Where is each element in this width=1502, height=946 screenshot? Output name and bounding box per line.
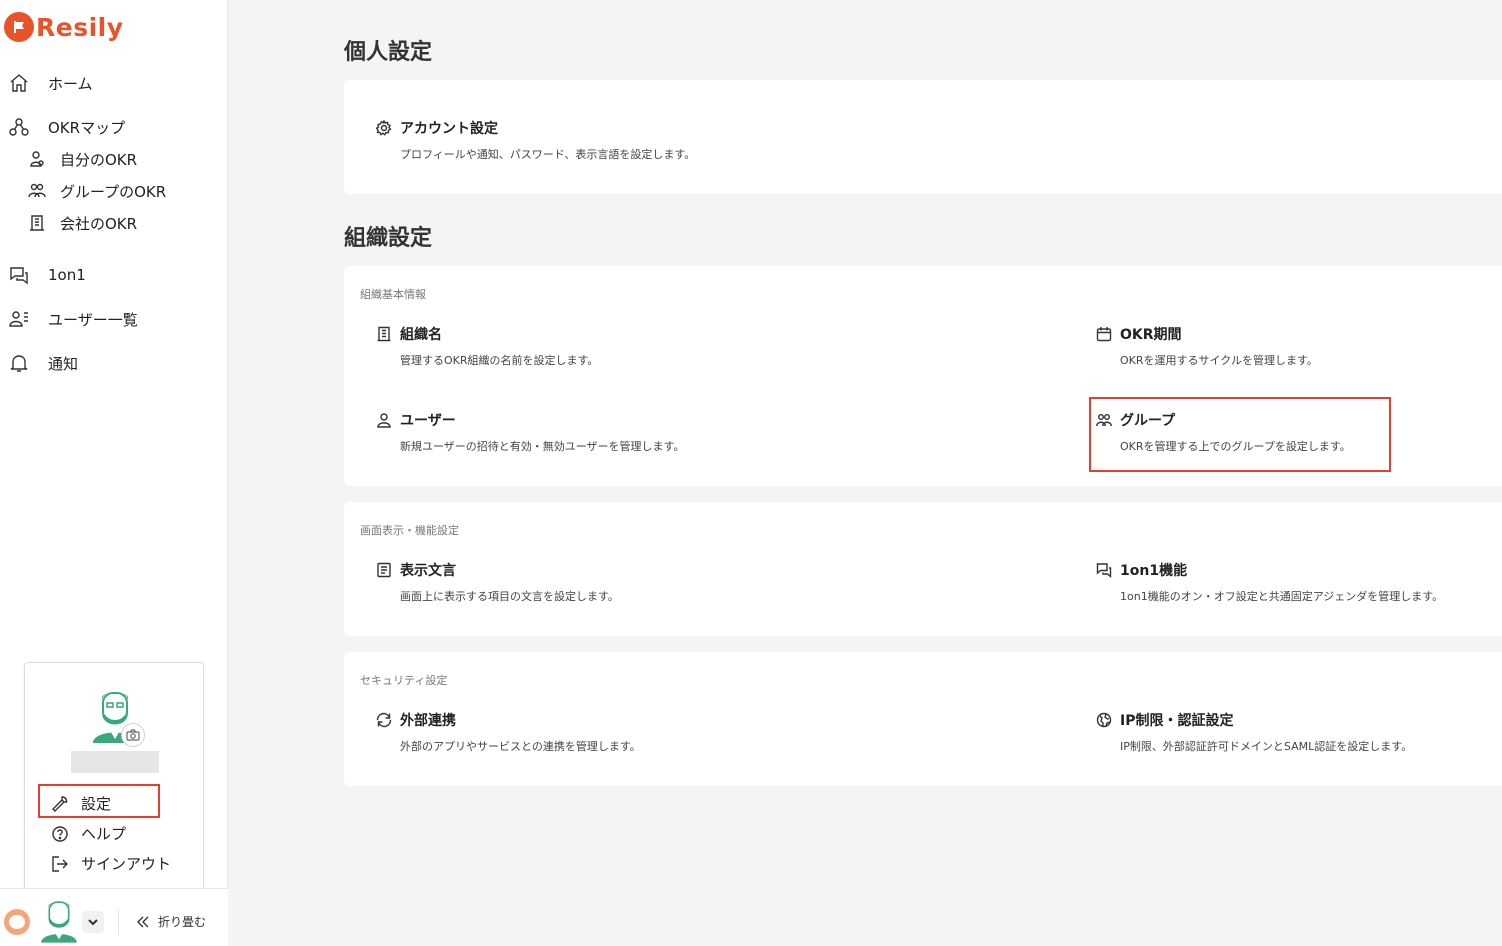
nav-my-okr-label: 自分のOKR [60,150,138,169]
one-on-one-feature-desc: 1on1機能のオン・オフ設定と共通固定アジェンダを管理します。 [1120,590,1444,603]
external-integration-desc: 外部のアプリやサービスとの連携を管理します。 [400,740,641,753]
group-highlight-box [1089,397,1391,472]
flag-icon [4,12,34,42]
nav-1on1[interactable]: 1on1 [8,264,86,286]
ip-auth-title: IP制限・認証設定 [1120,713,1234,729]
account-settings-item[interactable]: アカウント設定 プロフィールや通知、パスワード、表示言語を設定します。 [376,118,695,162]
one-on-one-feature-item[interactable]: 1on1機能 1on1機能のオン・オフ設定と共通固定アジェンダを管理します。 [1096,560,1443,604]
user-settings-item[interactable]: ユーザー 新規ユーザーの招待と有効・無効ユーザーを管理します。 [376,410,684,454]
globe-icon [1096,712,1112,728]
display-text-item[interactable]: 表示文言 画面上に表示する項目の文言を設定します。 [376,560,619,604]
personal-settings-card: アカウント設定 プロフィールや通知、パスワード、表示言語を設定します。 [344,80,1502,194]
signout-icon [52,855,68,872]
nav-notifications-label: 通知 [48,354,79,373]
okr-period-item[interactable]: OKR期間 OKRを運用するサイクルを管理します。 [1096,324,1318,368]
ip-auth-item[interactable]: IP制限・認証設定 IP制限、外部認証許可ドメインとSAML認証を設定します。 [1096,710,1412,754]
okr-period-title: OKR期間 [1120,327,1182,343]
display-text-title: 表示文言 [400,563,456,579]
account-settings-title: アカウント設定 [400,121,498,137]
personal-settings-title: 個人設定 [344,40,433,65]
nav-company-okr[interactable]: 会社のOKR [26,212,137,234]
calendar-icon [1096,327,1112,342]
chat-icon [8,264,30,286]
nav-home-label: ホーム [48,74,93,93]
okr-map-icon [8,116,30,138]
security-settings-label: セキュリティ設定 [360,674,448,687]
sync-icon [376,712,392,728]
account-settings-desc: プロフィールや通知、パスワード、表示言語を設定します。 [400,148,696,161]
support-chat-icon[interactable] [4,909,30,935]
nav-group-okr[interactable]: グループのOKR [26,180,166,202]
display-settings-card: 画面表示・機能設定 表示文言 画面上に表示する項目の文言を設定します。 1on1… [344,502,1502,636]
security-settings-card: セキュリティ設定 外部連携 外部のアプリやサービスとの連携を管理します。 IP制… [344,652,1502,786]
camera-icon[interactable] [121,723,145,747]
collapse-label: 折り畳む [158,915,207,929]
org-basic-label: 組織基本情報 [360,288,426,301]
user-avatar-button[interactable] [38,895,80,945]
bell-icon [8,352,30,374]
user-icon [26,148,48,170]
external-integration-title: 外部連携 [400,713,456,729]
nav-my-okr[interactable]: 自分のOKR [26,148,137,170]
gear-icon [376,120,392,136]
nav-users-label: ユーザー一覧 [48,310,138,329]
home-icon [8,72,30,94]
resily-logo[interactable]: Resily [4,12,124,42]
brand-name: Resily [36,12,124,42]
user-menu-popup: 設定 ヘルプ サインアウト [24,662,204,894]
chat-icon [1096,563,1112,578]
collapse-button[interactable]: 折り畳む [136,913,206,930]
settings-highlight-box [38,784,160,818]
building-icon [26,212,48,234]
nav-users[interactable]: ユーザー一覧 [8,308,138,330]
org-name-item[interactable]: 組織名 管理するOKR組織の名前を設定します。 [376,324,598,368]
user-settings-desc: 新規ユーザーの招待と有効・無効ユーザーを管理します。 [400,440,685,453]
nav-group-okr-label: グループのOKR [60,182,167,201]
help-icon [52,825,68,842]
org-name-desc: 管理するOKR組織の名前を設定します。 [400,354,599,367]
org-name-title: 組織名 [400,327,442,343]
signout-label: サインアウト [81,855,172,873]
user-name-placeholder [71,751,159,773]
chevron-down-icon[interactable] [82,911,104,933]
help-label: ヘルプ [81,825,127,843]
ip-auth-desc: IP制限、外部認証許可ドメインとSAML認証を設定します。 [1120,740,1413,753]
user-icon [377,413,391,428]
group-icon [26,180,48,202]
document-icon [377,562,391,578]
external-integration-item[interactable]: 外部連携 外部のアプリやサービスとの連携を管理します。 [376,710,641,754]
signout-menu-item[interactable]: サインアウト [51,853,171,874]
user-settings-title: ユーザー [400,413,456,429]
display-text-desc: 画面上に表示する項目の文言を設定します。 [400,590,619,603]
org-settings-title: 組織設定 [344,226,433,251]
nav-1on1-label: 1on1 [48,266,86,284]
sidebar-footer: 折り畳む [0,888,228,946]
okr-period-desc: OKRを運用するサイクルを管理します。 [1120,354,1318,367]
user-list-icon [8,308,30,330]
nav-home[interactable]: ホーム [8,72,93,94]
nav-okr-map-label: OKRマップ [48,118,126,137]
help-menu-item[interactable]: ヘルプ [51,823,126,844]
building-icon [377,326,391,342]
nav-okr-map[interactable]: OKRマップ [8,116,125,138]
nav-company-okr-label: 会社のOKR [60,214,138,233]
footer-divider [118,909,119,935]
nav-notifications[interactable]: 通知 [8,352,78,374]
one-on-one-feature-title: 1on1機能 [1120,563,1188,579]
display-settings-label: 画面表示・機能設定 [360,524,459,537]
double-chevron-left-icon [137,916,149,927]
